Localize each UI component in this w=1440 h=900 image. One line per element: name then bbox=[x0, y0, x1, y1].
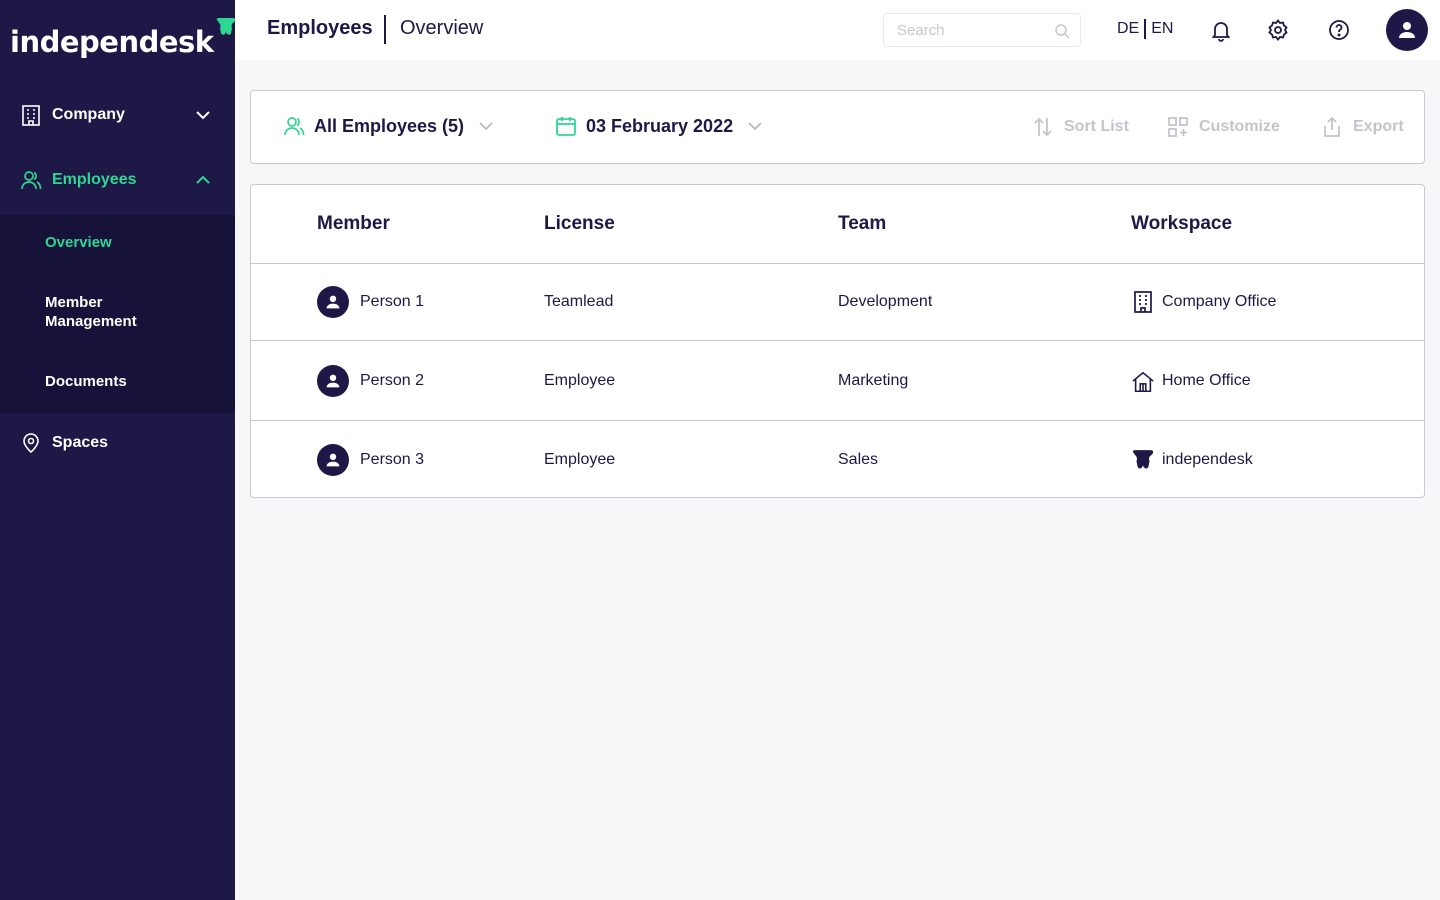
member-name: Person 1 bbox=[360, 293, 425, 310]
customize-button[interactable]: Customize bbox=[1167, 116, 1280, 138]
gear-icon[interactable] bbox=[1266, 18, 1290, 42]
sidebar-item-label: Employees bbox=[52, 171, 137, 188]
column-header-workspace[interactable]: Workspace bbox=[1131, 213, 1232, 235]
workspace-name: Home Office bbox=[1162, 371, 1251, 389]
sidebar-item-employees[interactable]: Employees bbox=[0, 158, 235, 202]
filter-toolbar: All Employees (5) 03 February 2022 Sort … bbox=[250, 90, 1425, 164]
sort-arrows-icon bbox=[1032, 116, 1054, 138]
date-label: 03 February 2022 bbox=[586, 115, 734, 136]
workspace-cell: independesk bbox=[1131, 448, 1253, 472]
lang-divider bbox=[1144, 19, 1147, 39]
license-cell: Employee bbox=[544, 451, 616, 468]
team-cell: Sales bbox=[838, 451, 879, 468]
chevron-down-icon bbox=[746, 117, 764, 135]
calendar-icon bbox=[555, 115, 577, 137]
license-cell: Employee bbox=[544, 371, 616, 389]
avatar bbox=[317, 444, 349, 476]
user-avatar[interactable] bbox=[1386, 9, 1428, 51]
export-icon bbox=[1321, 116, 1343, 138]
sidebar: independesk Company Employees Overview M… bbox=[0, 0, 235, 900]
member-name: Person 2 bbox=[360, 371, 425, 389]
column-header-team[interactable]: Team bbox=[838, 213, 886, 235]
chevron-up-icon bbox=[193, 170, 213, 190]
user-icon bbox=[326, 453, 340, 467]
location-pin-icon bbox=[20, 432, 42, 454]
table-row[interactable]: Person 3 Employee Sales independesk bbox=[251, 421, 1424, 497]
page-title: Employees bbox=[267, 17, 373, 39]
users-icon bbox=[20, 169, 42, 191]
search-icon[interactable] bbox=[1054, 23, 1070, 39]
brand-logo[interactable]: independesk bbox=[10, 18, 237, 62]
sidebar-item-spaces[interactable]: Spaces bbox=[0, 421, 235, 465]
lang-en-button[interactable]: EN bbox=[1151, 20, 1173, 38]
search-box bbox=[883, 13, 1081, 47]
sidebar-item-label: Company bbox=[52, 106, 125, 123]
subnav-item-member-management[interactable]: Member Management bbox=[45, 293, 175, 331]
table-row[interactable]: Person 2 Employee Marketing Home Office bbox=[251, 341, 1424, 421]
language-switch: DE EN bbox=[1117, 19, 1173, 39]
page-subtitle: Overview bbox=[400, 17, 484, 39]
workspace-name: Company Office bbox=[1162, 293, 1277, 310]
export-button[interactable]: Export bbox=[1321, 116, 1404, 138]
employee-filter-dropdown[interactable]: All Employees (5) bbox=[283, 115, 495, 137]
chevron-down-icon bbox=[477, 117, 495, 135]
member-cell: Person 3 bbox=[317, 444, 424, 476]
lang-de-button[interactable]: DE bbox=[1117, 20, 1139, 38]
user-icon bbox=[326, 295, 340, 309]
customize-label: Customize bbox=[1199, 118, 1280, 135]
sort-list-label: Sort List bbox=[1064, 118, 1129, 135]
date-picker-dropdown[interactable]: 03 February 2022 bbox=[555, 115, 764, 137]
employees-table: Member License Team Workspace Person 1 T… bbox=[250, 184, 1425, 498]
subnav-item-documents[interactable]: Documents bbox=[45, 372, 127, 391]
brand-mark-icon bbox=[215, 18, 237, 41]
chevron-down-icon bbox=[193, 105, 213, 125]
team-cell: Marketing bbox=[838, 371, 909, 389]
users-icon bbox=[283, 115, 305, 137]
employees-subnav: Overview Member Management Documents bbox=[0, 215, 235, 413]
search-input[interactable] bbox=[884, 14, 1044, 46]
workspace-cell: Home Office bbox=[1131, 369, 1251, 393]
help-icon[interactable] bbox=[1327, 18, 1351, 42]
license-cell: Teamlead bbox=[544, 293, 614, 310]
breadcrumb-divider bbox=[384, 15, 386, 44]
column-header-license[interactable]: License bbox=[544, 213, 615, 235]
table-row[interactable]: Person 1 Teamlead Development Company Of… bbox=[251, 264, 1424, 341]
independesk-logo-icon bbox=[1131, 448, 1155, 472]
member-name: Person 3 bbox=[360, 451, 425, 468]
avatar bbox=[317, 286, 349, 318]
avatar bbox=[317, 364, 349, 397]
column-header-member[interactable]: Member bbox=[317, 213, 390, 235]
sidebar-item-company[interactable]: Company bbox=[0, 93, 235, 137]
user-icon bbox=[326, 374, 340, 387]
bell-icon[interactable] bbox=[1209, 18, 1233, 42]
subnav-item-overview[interactable]: Overview bbox=[45, 233, 112, 252]
building-icon bbox=[1131, 290, 1155, 314]
member-cell: Person 1 bbox=[317, 286, 424, 318]
export-label: Export bbox=[1353, 118, 1404, 135]
grid-plus-icon bbox=[1167, 116, 1189, 138]
member-cell: Person 2 bbox=[317, 364, 425, 397]
workspace-name: independesk bbox=[1162, 451, 1253, 468]
user-icon bbox=[1399, 22, 1415, 38]
team-cell: Development bbox=[838, 293, 933, 310]
sort-list-button[interactable]: Sort List bbox=[1032, 116, 1129, 138]
building-icon bbox=[20, 104, 42, 126]
brand-name: independesk bbox=[10, 25, 214, 59]
employee-filter-label: All Employees (5) bbox=[314, 115, 465, 136]
home-icon bbox=[1131, 369, 1155, 393]
sidebar-item-label: Spaces bbox=[52, 434, 109, 451]
header: Employees Overview DE EN bbox=[235, 0, 1440, 60]
workspace-cell: Company Office bbox=[1131, 290, 1276, 314]
table-header: Member License Team Workspace bbox=[251, 185, 1424, 264]
